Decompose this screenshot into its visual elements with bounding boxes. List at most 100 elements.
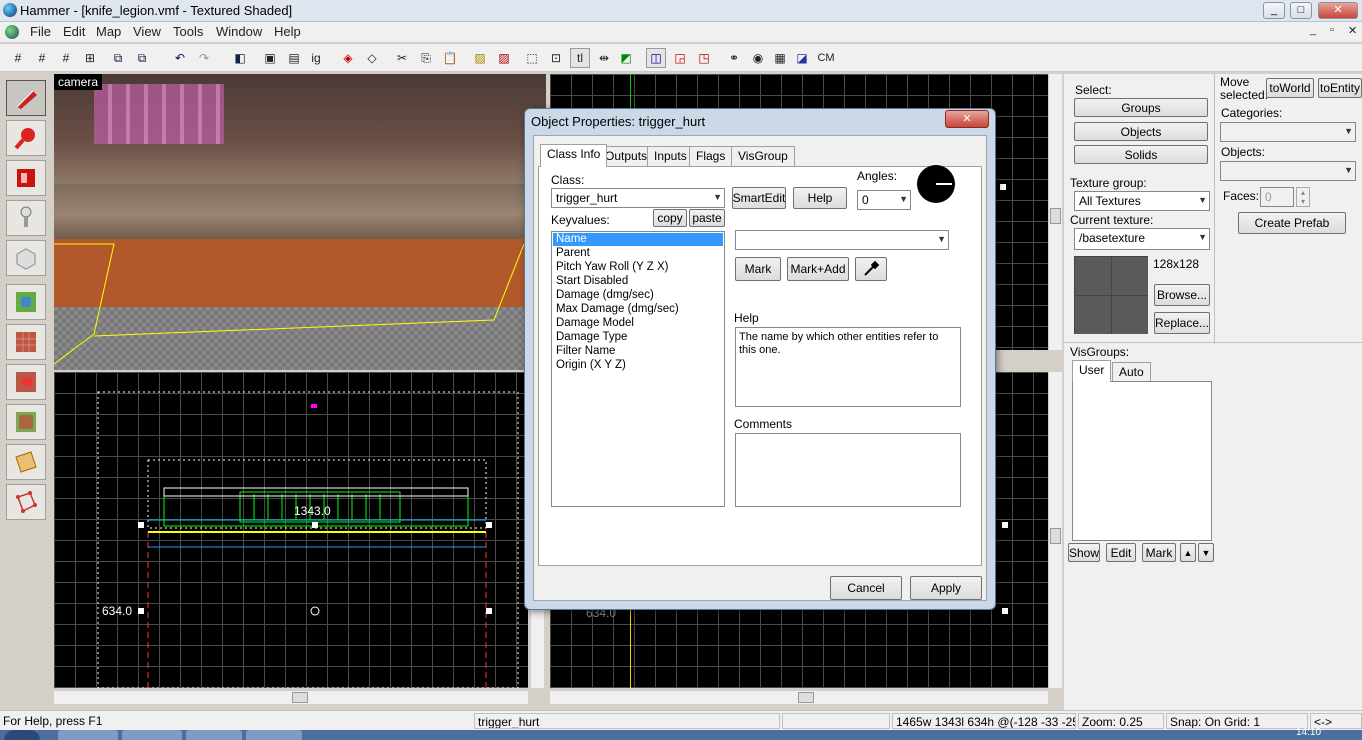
ignore-groups-button[interactable]: ig bbox=[306, 48, 326, 68]
menu-window[interactable]: Window bbox=[216, 24, 262, 39]
show-all-icon[interactable]: ◇ bbox=[362, 48, 382, 68]
clipping-tool-icon[interactable] bbox=[6, 444, 46, 480]
close-button[interactable]: ✕ bbox=[1318, 2, 1358, 19]
taskbar-item-1[interactable] bbox=[58, 730, 118, 740]
taskbar-item-3[interactable] bbox=[186, 730, 242, 740]
keyvalue-row[interactable]: Name bbox=[553, 233, 723, 246]
selection-outline-icon[interactable]: ⬚ bbox=[522, 48, 542, 68]
mdi-minimize-button[interactable]: _ bbox=[1310, 24, 1316, 36]
paste-icon[interactable]: 📋 bbox=[440, 48, 460, 68]
displacement-icon[interactable]: ▦ bbox=[770, 48, 790, 68]
menu-file[interactable]: File bbox=[30, 24, 51, 39]
keyvalues-list[interactable]: Name Parent Pitch Yaw Roll (Y Z X) Start Di… bbox=[551, 231, 725, 507]
front-view[interactable]: 1343.0 634.0 bbox=[54, 372, 528, 688]
texture-preview[interactable] bbox=[1074, 256, 1148, 334]
taskbar-item-4[interactable] bbox=[246, 730, 302, 740]
side-view-horizontal-scrollbar[interactable] bbox=[550, 690, 1048, 704]
copy-keyvalues-button[interactable]: copy bbox=[653, 209, 687, 227]
select-groups-button[interactable]: Groups bbox=[1074, 98, 1208, 117]
texture-group-dropdown[interactable]: All Textures ▼ bbox=[1074, 191, 1210, 211]
tab-class-info[interactable]: Class Info bbox=[540, 144, 608, 167]
tab-inputs[interactable]: Inputs bbox=[647, 146, 694, 166]
texture-lock-icon[interactable]: ▨ bbox=[470, 48, 490, 68]
taskbar-item-2[interactable] bbox=[122, 730, 182, 740]
angles-dropdown[interactable]: 0 ▼ bbox=[857, 190, 911, 210]
keyvalue-row[interactable]: Filter Name bbox=[553, 345, 723, 358]
class-dropdown[interactable]: trigger_hurt ▼ bbox=[551, 188, 725, 208]
apply-texture-icon[interactable] bbox=[6, 324, 46, 360]
select-solids-button[interactable]: Solids bbox=[1074, 145, 1208, 164]
group-icon[interactable]: ▣ bbox=[260, 48, 280, 68]
side-view-handle[interactable] bbox=[1002, 522, 1008, 528]
magnify-tool-icon[interactable] bbox=[6, 120, 46, 156]
visgroups-list[interactable] bbox=[1072, 381, 1212, 541]
to-world-button[interactable]: toWorld bbox=[1266, 78, 1314, 98]
side-view-vertical-scrollbar[interactable] bbox=[1048, 372, 1062, 688]
tab-visgroup[interactable]: VisGroup bbox=[731, 146, 795, 166]
grid-3d-icon[interactable]: # bbox=[32, 48, 52, 68]
grid-dots-icon[interactable]: # bbox=[56, 48, 76, 68]
browse-button[interactable]: Browse... bbox=[1154, 284, 1210, 306]
objects-dropdown[interactable]: ▼ bbox=[1220, 161, 1356, 181]
top-view-vertical-scrollbar[interactable] bbox=[1048, 74, 1062, 350]
minimize-button[interactable]: _ bbox=[1263, 2, 1285, 19]
menu-edit[interactable]: Edit bbox=[63, 24, 85, 39]
keyvalue-row[interactable]: Damage Model bbox=[553, 317, 723, 330]
visgroup-down-button[interactable]: ▼ bbox=[1198, 543, 1214, 562]
cordon-icon[interactable]: ⚭ bbox=[724, 48, 744, 68]
visgroup-show-button[interactable]: Show bbox=[1068, 543, 1100, 562]
comments-textarea[interactable] bbox=[735, 433, 961, 507]
start-button[interactable] bbox=[4, 730, 40, 740]
angle-dial-icon[interactable] bbox=[917, 165, 955, 203]
apply-button[interactable]: Apply bbox=[910, 576, 982, 600]
create-prefab-button[interactable]: Create Prefab bbox=[1238, 212, 1346, 234]
radius-culling-icon[interactable]: ◉ bbox=[748, 48, 768, 68]
grid-bigger-icon[interactable]: ⧉ bbox=[132, 48, 152, 68]
replace-button[interactable]: Replace... bbox=[1154, 312, 1210, 334]
keyvalue-row[interactable]: Damage Type bbox=[553, 331, 723, 344]
help-button[interactable]: Help bbox=[793, 187, 847, 209]
dialog-close-button[interactable]: ✕ bbox=[945, 110, 989, 128]
decal-tool-icon[interactable] bbox=[6, 364, 46, 400]
mdi-close-button[interactable]: ✕ bbox=[1348, 24, 1357, 37]
categories-dropdown[interactable]: ▼ bbox=[1220, 122, 1356, 142]
tab-flags[interactable]: Flags bbox=[689, 146, 733, 166]
front-view-horizontal-scrollbar[interactable] bbox=[54, 690, 528, 704]
grid-larger-icon[interactable]: ⊞ bbox=[80, 48, 100, 68]
entity-tool-icon[interactable] bbox=[6, 200, 46, 236]
selection-tool-icon[interactable] bbox=[6, 80, 46, 116]
cancel-button[interactable]: Cancel bbox=[830, 576, 902, 600]
visgroup-edit-button[interactable]: Edit bbox=[1106, 543, 1136, 562]
flip-horizontal-icon[interactable]: ⇹ bbox=[594, 48, 614, 68]
select-objects-button[interactable]: Objects bbox=[1074, 122, 1208, 141]
menu-tools[interactable]: Tools bbox=[173, 24, 203, 39]
keyvalue-row[interactable]: Start Disabled bbox=[553, 275, 723, 288]
cut-icon[interactable]: ✂ bbox=[392, 48, 412, 68]
camera-tool-icon[interactable] bbox=[6, 160, 46, 196]
crop-icon[interactable]: ⊡ bbox=[546, 48, 566, 68]
toggle-3d-icon[interactable]: ◫ bbox=[646, 48, 666, 68]
keyvalue-row[interactable]: Damage (dmg/sec) bbox=[553, 289, 723, 302]
visgroup-mark-button[interactable]: Mark bbox=[1142, 543, 1176, 562]
keyvalue-row[interactable]: Max Damage (dmg/sec) bbox=[553, 303, 723, 316]
toggle-tl-button[interactable]: tl bbox=[570, 48, 590, 68]
eyedropper-icon[interactable] bbox=[855, 257, 887, 281]
overlay-tool-icon[interactable] bbox=[6, 404, 46, 440]
hide-selected-icon[interactable]: ◈ bbox=[338, 48, 358, 68]
copy-icon[interactable]: ⎘ bbox=[416, 48, 436, 68]
mark-button[interactable]: Mark bbox=[735, 257, 781, 281]
mdi-restore-button[interactable]: ▫ bbox=[1330, 24, 1334, 36]
redo-icon[interactable]: ↷ bbox=[194, 48, 214, 68]
visgroups-tab-auto[interactable]: Auto bbox=[1112, 362, 1151, 382]
visgroup-up-button[interactable]: ▲ bbox=[1180, 543, 1196, 562]
undo-icon[interactable]: ↶ bbox=[170, 48, 190, 68]
texture-scale-lock-icon[interactable]: ▨ bbox=[494, 48, 514, 68]
keyvalue-row[interactable]: Origin (X Y Z) bbox=[553, 359, 723, 372]
ungroup-icon[interactable]: ▤ bbox=[284, 48, 304, 68]
cm-button[interactable]: CM bbox=[814, 48, 838, 68]
vertex-tool-icon[interactable] bbox=[6, 484, 46, 520]
faces-input[interactable]: 0 bbox=[1260, 187, 1294, 207]
toggle-entity-icon[interactable]: ◳ bbox=[694, 48, 714, 68]
current-texture-dropdown[interactable]: /basetexture ▼ bbox=[1074, 228, 1210, 250]
texture-application-icon[interactable] bbox=[6, 284, 46, 320]
